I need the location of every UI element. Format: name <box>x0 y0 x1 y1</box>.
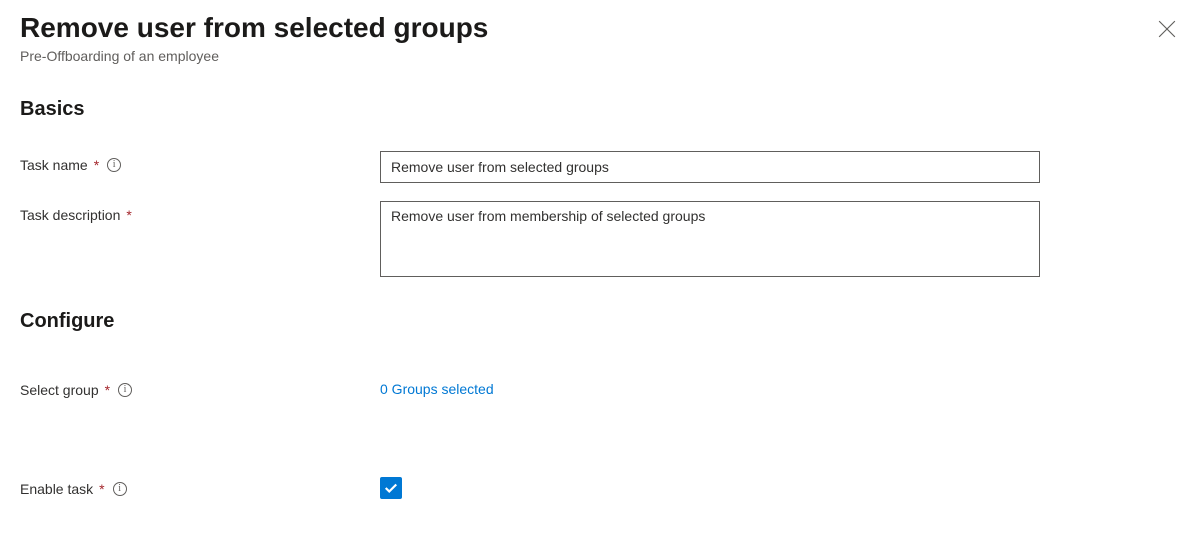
task-name-label: Task name <box>20 157 88 173</box>
select-group-label: Select group <box>20 382 99 398</box>
task-name-input[interactable] <box>380 151 1040 183</box>
info-icon[interactable]: i <box>107 158 121 172</box>
page-subtitle: Pre-Offboarding of an employee <box>20 48 488 64</box>
required-indicator: * <box>105 382 110 398</box>
required-indicator: * <box>99 481 104 497</box>
section-basics-heading: Basics <box>20 98 1180 121</box>
select-group-link[interactable]: 0 Groups selected <box>380 381 494 397</box>
enable-task-checkbox[interactable] <box>380 477 402 499</box>
info-icon[interactable]: i <box>118 383 132 397</box>
info-icon[interactable]: i <box>113 482 127 496</box>
required-indicator: * <box>126 207 131 223</box>
enable-task-label: Enable task <box>20 481 93 497</box>
task-description-label: Task description <box>20 207 120 223</box>
close-button[interactable] <box>1154 16 1180 42</box>
required-indicator: * <box>94 157 99 173</box>
task-description-input[interactable] <box>380 201 1040 277</box>
page-title: Remove user from selected groups <box>20 10 488 46</box>
close-icon <box>1158 20 1176 38</box>
section-configure-heading: Configure <box>20 310 1180 333</box>
check-icon <box>384 481 398 495</box>
